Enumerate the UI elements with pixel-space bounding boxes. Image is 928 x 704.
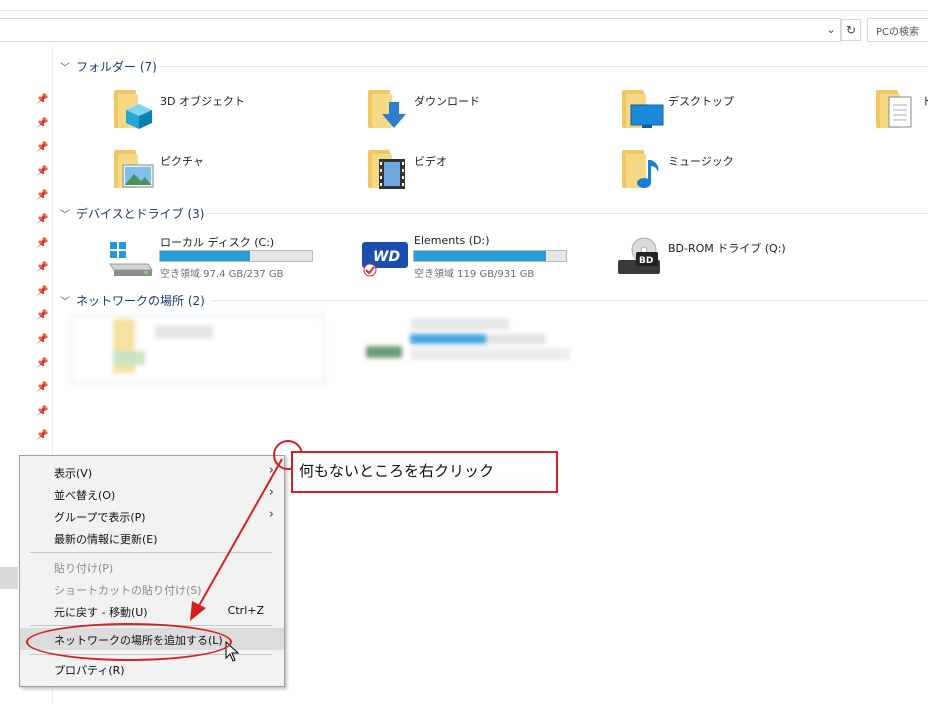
music-folder-icon[interactable]	[620, 146, 664, 190]
section-network-label: ネットワークの場所 (2)	[76, 293, 205, 308]
documents-folder-icon[interactable]	[874, 86, 918, 130]
sidebar-selected-item[interactable]	[0, 567, 18, 589]
pin-icon: 📌	[36, 166, 49, 177]
3d-objects-folder-icon[interactable]	[112, 86, 156, 130]
folder-label[interactable]: ダウンロード	[414, 93, 480, 109]
chevron-down-icon: ﹀	[60, 209, 70, 221]
folder-label[interactable]: デスクトップ	[668, 93, 734, 109]
section-devices[interactable]: ﹀ デバイスとドライブ (3)	[60, 205, 204, 221]
drive-name[interactable]: BD-ROM ドライブ (Q:)	[668, 240, 786, 256]
pin-icon: 📌	[36, 310, 49, 321]
pin-icon: 📌	[36, 358, 49, 369]
section-network[interactable]: ﹀ ネットワークの場所 (2)	[60, 292, 205, 308]
drive-free-space: 空き領域 97.4 GB/237 GB	[160, 269, 284, 280]
pin-icon: 📌	[36, 238, 49, 249]
bd-rom-drive-icon[interactable]: BD	[616, 236, 662, 278]
menu-item-label: 表示(V)	[54, 467, 93, 480]
pin-icon: 📌	[36, 118, 49, 129]
folder-label[interactable]: 3D オブジェクト	[160, 93, 245, 109]
annotation-oval	[26, 623, 232, 661]
divider	[212, 300, 928, 301]
drive-free-space: 空き領域 119 GB/931 GB	[414, 269, 535, 280]
drive-usage-fill	[414, 251, 547, 261]
pin-icon: 📌	[36, 190, 49, 201]
pin-icon: 📌	[36, 430, 49, 441]
chevron-down-icon[interactable]: ⌄	[824, 22, 838, 38]
chevron-down-icon: ﹀	[60, 62, 70, 74]
chevron-down-icon: ﹀	[60, 296, 70, 308]
svg-text:BD: BD	[639, 256, 653, 266]
folder-label[interactable]: ド	[922, 93, 928, 109]
network-location-item[interactable]	[360, 314, 574, 370]
address-bar[interactable]	[0, 18, 841, 42]
annotation-arrow	[190, 458, 283, 621]
section-folders[interactable]: ﹀ フォルダー (7)	[60, 58, 157, 74]
desktop-folder-icon[interactable]	[620, 86, 664, 130]
pin-icon: 📌	[36, 334, 49, 345]
menu-item-label: 最新の情報に更新(E)	[54, 533, 158, 546]
drive-name[interactable]: ローカル ディスク (C:)	[160, 234, 274, 250]
title-divider	[0, 10, 928, 11]
pictures-folder-icon[interactable]	[112, 146, 156, 190]
section-folders-label: フォルダー (7)	[76, 59, 157, 74]
drive-usage-bar	[413, 250, 567, 262]
menu-item-label: 並べ替え(O)	[54, 489, 116, 502]
annotation-text: 何もないところを右クリック	[299, 462, 495, 480]
menu-item-label: グループで表示(P)	[54, 511, 146, 524]
pin-icon: 📌	[36, 286, 49, 297]
annotation-callout: 何もないところを右クリック	[291, 451, 558, 493]
folder-label[interactable]: ビデオ	[414, 153, 447, 169]
search-placeholder: PCの検索	[876, 27, 920, 38]
pin-icon: 📌	[36, 382, 49, 393]
menu-item-label: プロパティ(R)	[54, 664, 125, 677]
search-input[interactable]: PCの検索	[867, 18, 928, 42]
pin-icon: 📌	[36, 94, 49, 105]
menu-item-properties[interactable]: プロパティ(R)	[20, 658, 284, 680]
drive-usage-fill	[160, 251, 250, 261]
downloads-folder-icon[interactable]	[366, 86, 410, 130]
drive-usage-bar	[159, 250, 313, 262]
network-location-item[interactable]	[70, 314, 326, 384]
pin-icon: 📌	[36, 406, 49, 417]
pin-icon: 📌	[36, 142, 49, 153]
svg-text:WD: WD	[373, 249, 400, 265]
menu-item-label: 元に戻す - 移動(U)	[54, 606, 148, 619]
windows-drive-icon[interactable]	[108, 240, 154, 278]
folder-label[interactable]: ピクチャ	[160, 153, 204, 169]
menu-item-label: 貼り付け(P)	[54, 562, 114, 575]
refresh-icon[interactable]: ↻	[841, 19, 861, 41]
divider	[160, 66, 928, 67]
wd-drive-icon[interactable]: WD	[360, 240, 410, 278]
pin-icon: 📌	[36, 262, 49, 273]
folder-label[interactable]: ミュージック	[668, 153, 734, 169]
videos-folder-icon[interactable]	[366, 146, 410, 190]
drive-name[interactable]: Elements (D:)	[414, 234, 490, 247]
section-devices-label: デバイスとドライブ (3)	[76, 206, 205, 221]
divider	[206, 213, 928, 214]
pin-icon: 📌	[36, 214, 49, 225]
